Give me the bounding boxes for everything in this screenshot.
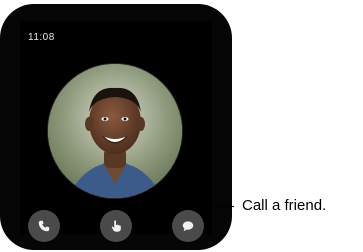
watch-screen: 11:08: [20, 22, 212, 242]
message-button[interactable]: [172, 210, 204, 242]
contact-avatar[interactable]: [48, 64, 182, 198]
status-time: 11:08: [28, 32, 55, 43]
tap-button[interactable]: [100, 210, 132, 242]
callout-line: [36, 206, 234, 207]
message-icon: [182, 221, 194, 232]
avatar-photo: [48, 64, 182, 198]
phone-icon: [38, 220, 50, 232]
call-button[interactable]: [28, 210, 60, 242]
hand-tap-icon: [111, 220, 121, 232]
watch-device: 11:08: [0, 4, 232, 250]
callout-label: Call a friend.: [242, 197, 327, 214]
